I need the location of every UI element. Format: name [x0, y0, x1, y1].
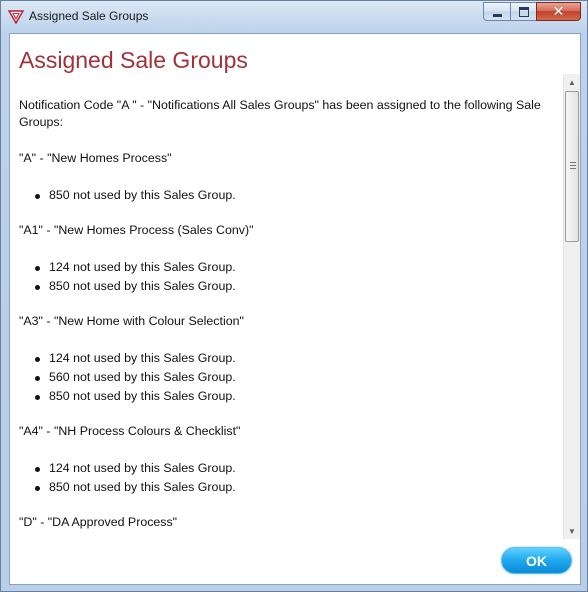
- sale-group-list: 124 not used by this Sales Group. 560 no…: [19, 349, 559, 406]
- vertical-scrollbar[interactable]: ▲ ▼: [563, 74, 580, 539]
- scroll-up-arrow-icon[interactable]: ▲: [564, 74, 580, 90]
- dialog-client-area: Assigned Sale Groups Notification Code "…: [9, 33, 581, 585]
- maximize-icon: [518, 6, 529, 17]
- maximize-button[interactable]: [510, 2, 536, 21]
- scrollbar-thumb[interactable]: [565, 91, 579, 242]
- sale-group-title: "D" - "DA Approved Process": [19, 515, 178, 529]
- ok-button[interactable]: OK: [501, 547, 572, 574]
- list-item: 850 not used by this Sales Group.: [35, 277, 559, 296]
- title-bar[interactable]: Assigned Sale Groups Notifications ✕: [1, 1, 587, 33]
- sale-group-list: 124 not used by this Sales Group. 850 no…: [19, 459, 559, 497]
- dialog-window: Assigned Sale Groups Notifications ✕ Ass…: [0, 0, 588, 592]
- list-item: 124 not used by this Sales Group.: [35, 459, 559, 478]
- list-item: 124 not used by this Sales Group.: [35, 258, 559, 277]
- sale-group-title: "A4" - "NH Process Colours & Checklist": [19, 424, 241, 438]
- close-icon: ✕: [552, 3, 565, 20]
- scroll-down-arrow-icon[interactable]: ▼: [564, 523, 580, 539]
- sale-group-title: "A1" - "New Homes Process (Sales Conv)": [19, 223, 254, 237]
- list-item: 850 not used by this Sales Group.: [35, 186, 559, 205]
- list-item: 850 not used by this Sales Group.: [35, 478, 559, 497]
- message-content: Assigned Sale Groups Notification Code "…: [10, 34, 563, 539]
- message-body: Notification Code "A " - "Notifications …: [19, 97, 559, 539]
- sale-group-title: "A" - "New Homes Process": [19, 151, 172, 165]
- window-title: Assigned Sale Groups: [29, 9, 149, 23]
- minimize-icon: [492, 14, 502, 17]
- grip-icon: [570, 162, 576, 169]
- app-logo-icon: [8, 10, 24, 25]
- minimize-button[interactable]: [483, 2, 510, 21]
- sale-group-list: 850 not used by this Sales Group.: [19, 186, 559, 205]
- sale-group-list: 124 not used by this Sales Group. 850 no…: [19, 258, 559, 296]
- intro-text: Notification Code "A " - "Notifications …: [19, 98, 541, 129]
- dialog-heading: Assigned Sale Groups: [19, 47, 248, 73]
- close-button[interactable]: ✕: [536, 2, 581, 21]
- list-item: 560 not used by this Sales Group.: [35, 368, 559, 387]
- sale-group-title: "A3" - "New Home with Colour Selection": [19, 314, 244, 328]
- background-window-title: Notifications: [151, 14, 217, 28]
- list-item: 850 not used by this Sales Group.: [35, 387, 559, 406]
- list-item: 124 not used by this Sales Group.: [35, 349, 559, 368]
